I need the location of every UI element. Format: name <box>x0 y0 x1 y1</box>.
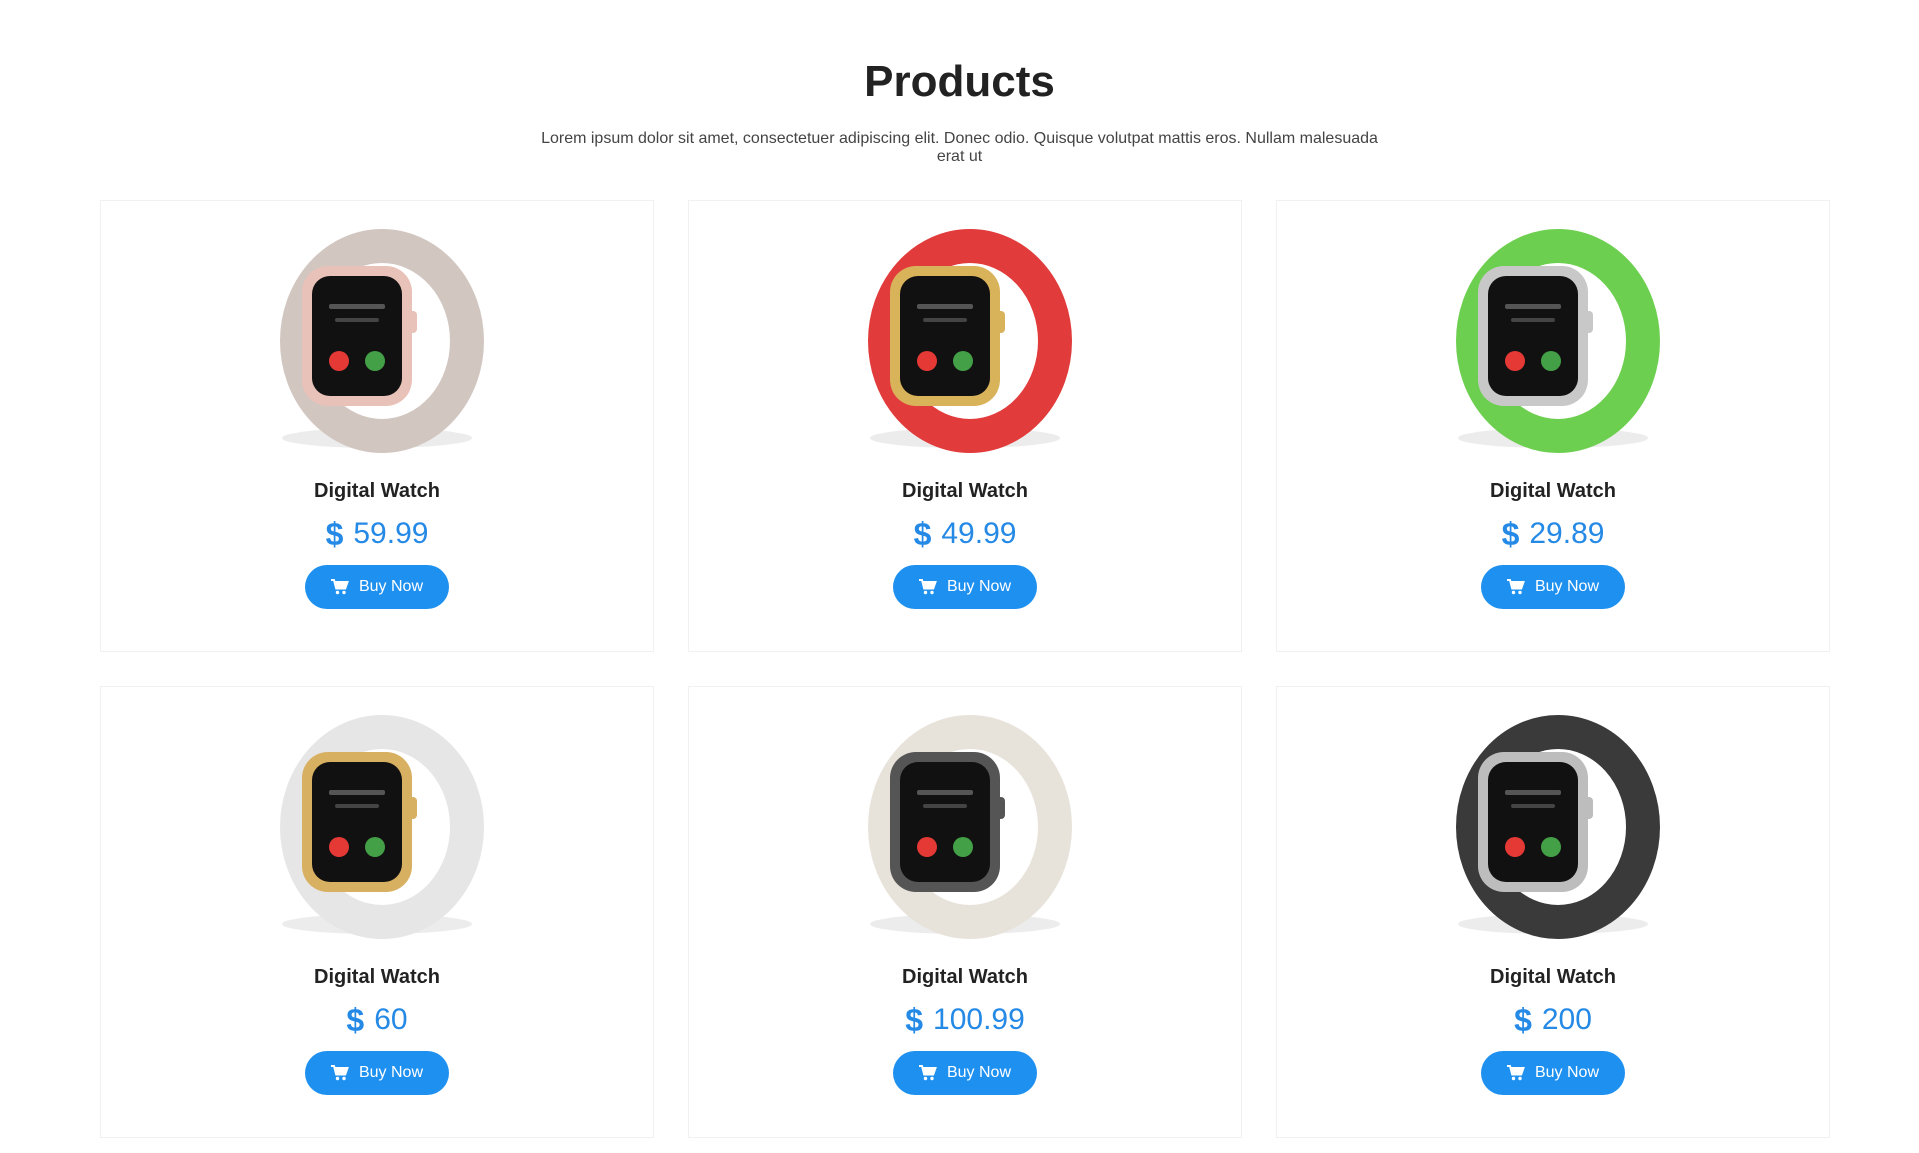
product-card: Digital Watch $ 200 Buy Now <box>1276 686 1830 1138</box>
product-name[interactable]: Digital Watch <box>314 479 440 503</box>
product-price: $ 60 <box>346 1003 407 1037</box>
buy-now-label: Buy Now <box>946 1064 1012 1081</box>
product-image[interactable] <box>1423 707 1683 947</box>
products-header: Products Lorem ipsum dolor sit amet, con… <box>0 0 1919 166</box>
dollar-icon: $ <box>913 516 932 552</box>
dollar-icon: $ <box>325 516 344 552</box>
product-card: Digital Watch $ 100.99 Buy Now <box>688 686 1242 1138</box>
dollar-icon: $ <box>905 1002 924 1038</box>
products-page: Products Lorem ipsum dolor sit amet, con… <box>0 0 1919 1153</box>
product-price: $ 200 <box>1514 1003 1592 1037</box>
product-image[interactable] <box>247 707 507 947</box>
cart-icon <box>918 579 937 595</box>
product-image[interactable] <box>835 221 1095 461</box>
cart-icon <box>1506 579 1525 595</box>
product-price: $ 29.89 <box>1502 517 1605 551</box>
cart-icon <box>918 1065 937 1081</box>
price-value: 49.99 <box>941 517 1017 550</box>
buy-now-label: Buy Now <box>1534 578 1600 595</box>
product-image[interactable] <box>1423 221 1683 461</box>
cart-icon <box>1506 1065 1525 1081</box>
dollar-icon: $ <box>1514 1002 1532 1038</box>
product-grid: Digital Watch $ 59.99 Buy Now Digital Wa… <box>100 200 1830 1138</box>
product-name[interactable]: Digital Watch <box>902 479 1028 503</box>
buy-now-button[interactable]: Buy Now <box>305 1051 449 1095</box>
product-name[interactable]: Digital Watch <box>902 965 1028 989</box>
price-value: 100.99 <box>933 1003 1025 1036</box>
buy-now-button[interactable]: Buy Now <box>893 565 1037 609</box>
product-price: $ 59.99 <box>326 517 429 551</box>
buy-now-button[interactable]: Buy Now <box>1481 565 1625 609</box>
product-card: Digital Watch $ 60 Buy Now <box>100 686 654 1138</box>
dollar-icon: $ <box>1501 516 1520 552</box>
dollar-icon: $ <box>346 1002 365 1038</box>
price-value: 200 <box>1541 1003 1592 1036</box>
price-value: 29.89 <box>1529 517 1605 550</box>
product-price: $ 100.99 <box>905 1003 1025 1037</box>
buy-now-label: Buy Now <box>358 578 424 595</box>
page-subtitle: Lorem ipsum dolor sit amet, consectetuer… <box>541 130 1378 165</box>
buy-now-button[interactable]: Buy Now <box>893 1051 1037 1095</box>
product-card: Digital Watch $ 49.99 Buy Now <box>688 200 1242 652</box>
product-image[interactable] <box>835 707 1095 947</box>
buy-now-label: Buy Now <box>358 1064 424 1081</box>
product-price: $ 49.99 <box>914 517 1017 551</box>
product-name[interactable]: Digital Watch <box>1490 965 1616 989</box>
product-image[interactable] <box>247 221 507 461</box>
page-title: Products <box>864 57 1055 106</box>
buy-now-button[interactable]: Buy Now <box>1481 1051 1625 1095</box>
product-card: Digital Watch $ 29.89 Buy Now <box>1276 200 1830 652</box>
price-value: 59.99 <box>353 517 429 550</box>
product-card: Digital Watch $ 59.99 Buy Now <box>100 200 654 652</box>
cart-icon <box>330 1065 349 1081</box>
cart-icon <box>330 579 349 595</box>
buy-now-label: Buy Now <box>946 578 1012 595</box>
product-name[interactable]: Digital Watch <box>314 965 440 989</box>
product-name[interactable]: Digital Watch <box>1490 479 1616 503</box>
buy-now-label: Buy Now <box>1534 1064 1600 1081</box>
buy-now-button[interactable]: Buy Now <box>305 565 449 609</box>
price-value: 60 <box>374 1003 408 1036</box>
